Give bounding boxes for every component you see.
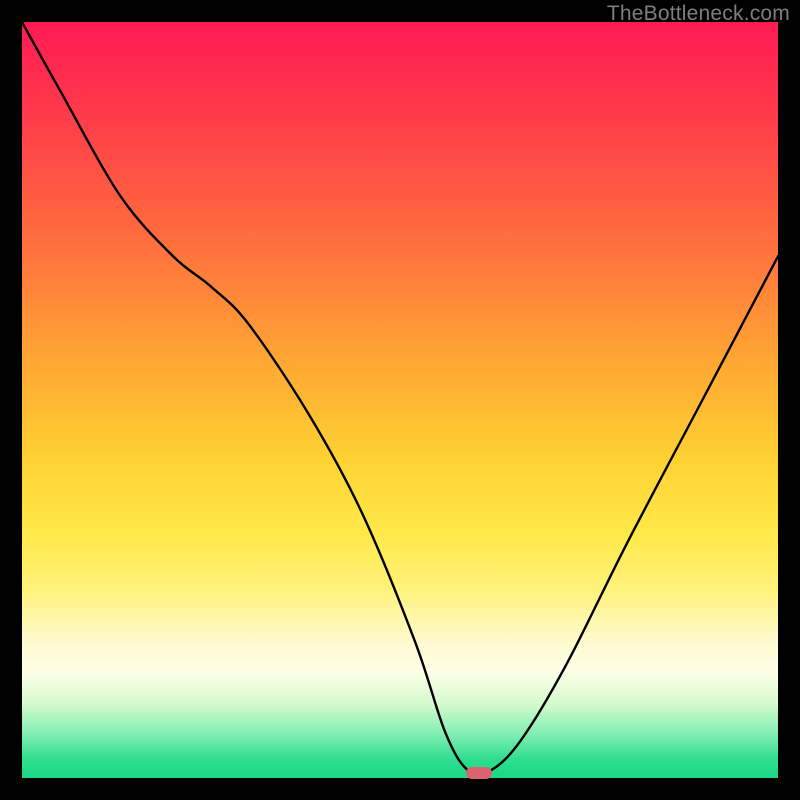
chart-frame: TheBottleneck.com — [0, 0, 800, 800]
gradient-plot-area — [22, 22, 778, 778]
watermark-text: TheBottleneck.com — [607, 2, 790, 26]
optimal-marker — [466, 767, 492, 779]
